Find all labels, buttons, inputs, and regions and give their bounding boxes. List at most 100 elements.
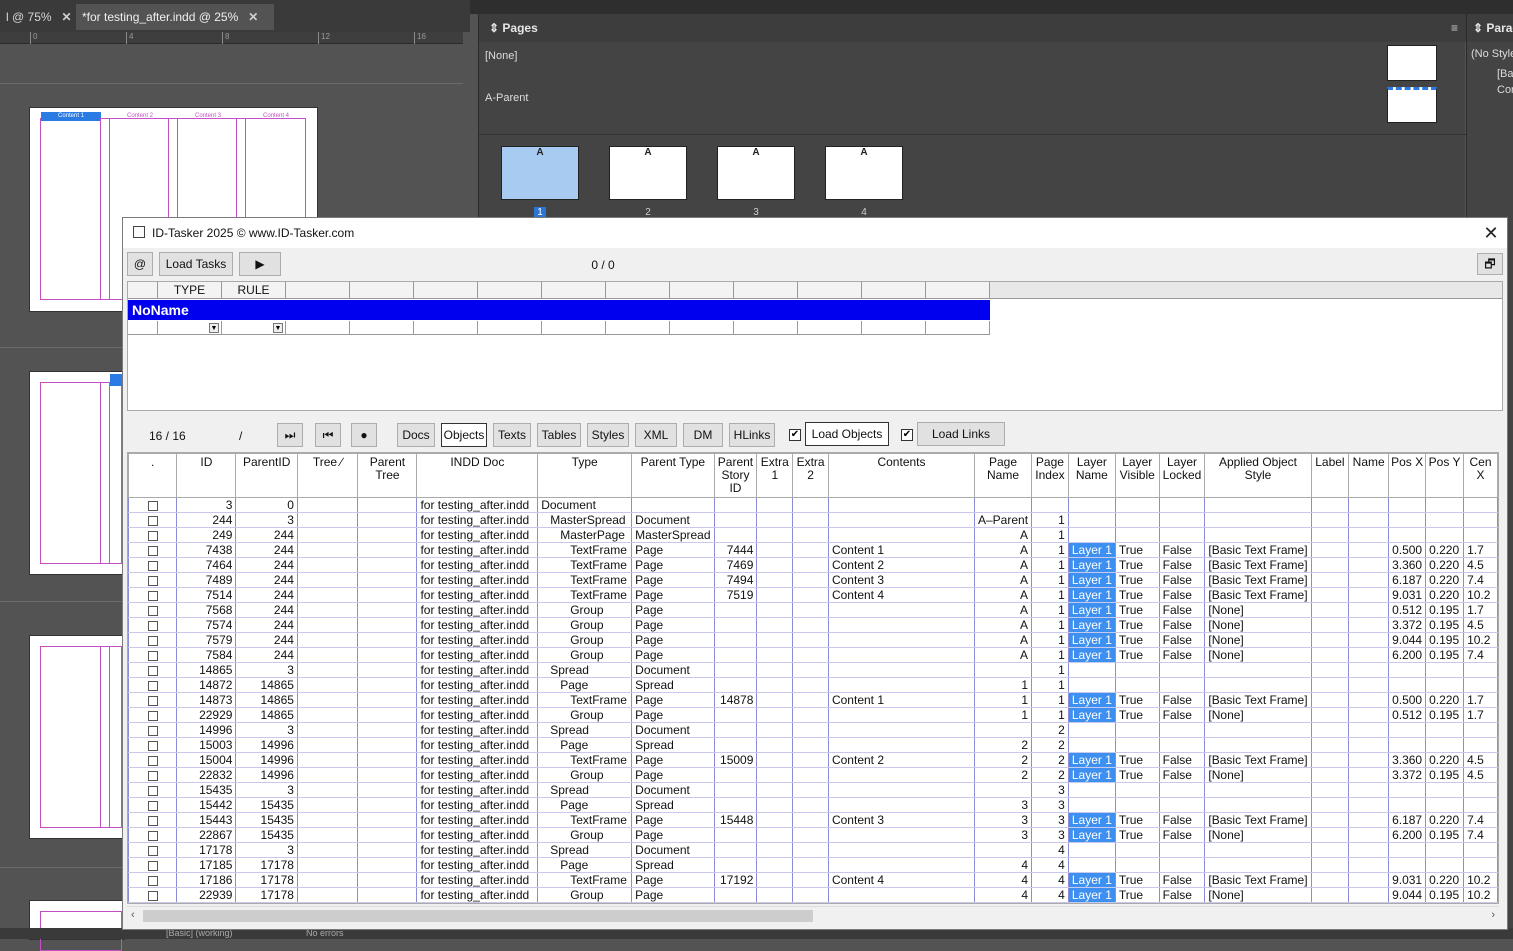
cell-ptree[interactable] (357, 842, 418, 858)
cell-lock[interactable]: False (1158, 887, 1206, 903)
cell-pname[interactable]: 3 (973, 812, 1033, 828)
cell-pidx[interactable]: 1 (1031, 677, 1069, 693)
cell-contents[interactable] (827, 497, 976, 513)
cell-tree[interactable] (296, 497, 359, 513)
rules-col-header[interactable] (478, 282, 542, 299)
cell-name[interactable] (1348, 857, 1390, 873)
scroll-left-icon[interactable]: ‹ (131, 909, 135, 921)
cell-label[interactable] (1310, 587, 1350, 603)
cell-pid[interactable]: 244 (235, 647, 298, 663)
cell-e2[interactable] (792, 572, 829, 588)
cell-tree[interactable] (296, 827, 359, 843)
cell-py[interactable]: 0.195 (1425, 617, 1465, 633)
cell-style[interactable] (1204, 842, 1312, 858)
cell-pid[interactable]: 3 (235, 662, 298, 678)
cell-ptype[interactable]: Page (631, 812, 715, 828)
cell-pidx[interactable]: 1 (1031, 632, 1069, 648)
cell-lock[interactable]: False (1158, 647, 1206, 663)
rules-cell[interactable] (542, 321, 606, 335)
horizontal-scrollbar[interactable]: ‹ › (127, 906, 1499, 924)
scrollbar-thumb[interactable] (143, 910, 813, 922)
cell-label[interactable] (1310, 557, 1350, 573)
cell-e2[interactable] (792, 587, 829, 603)
cell-layer[interactable] (1067, 857, 1116, 873)
checkbox-icon[interactable] (147, 650, 158, 661)
cell-cx[interactable]: 1.7 (1463, 707, 1498, 723)
cell-lock[interactable]: False (1158, 557, 1206, 573)
table-row[interactable]: 14873 14865 for testing_after.indd TextFram… (128, 692, 1498, 708)
cell-vis[interactable]: True (1114, 827, 1160, 843)
column-header[interactable]: Extra 1 (756, 453, 794, 498)
cell-pidx[interactable]: 1 (1031, 707, 1069, 723)
cell-e1[interactable] (756, 872, 794, 888)
cell-pid[interactable]: 3 (235, 782, 298, 798)
cell-e2[interactable] (792, 617, 829, 633)
cell-py[interactable]: 0.195 (1425, 827, 1465, 843)
cell-story[interactable]: 14878 (713, 692, 758, 708)
column-header[interactable]: Page Index (1031, 453, 1069, 498)
checkbox-icon[interactable] (147, 590, 158, 601)
cell-px[interactable]: 6.200 (1388, 647, 1427, 663)
cell-pname[interactable]: 2 (973, 737, 1033, 753)
cell-e2[interactable] (792, 707, 829, 723)
tab-texts[interactable]: Texts (493, 423, 531, 447)
cell-contents[interactable]: Content 1 (827, 542, 976, 558)
cell-ptype[interactable]: Page (631, 572, 715, 588)
cell-layer[interactable]: Layer 1 (1067, 602, 1116, 618)
cell-style[interactable]: [Basic Text Frame] (1204, 812, 1312, 828)
cell-cx[interactable] (1463, 737, 1498, 753)
cell-e1[interactable] (756, 572, 794, 588)
cell-story[interactable] (713, 767, 758, 783)
cell-vis[interactable] (1114, 497, 1160, 513)
cell-py[interactable]: 0.220 (1425, 812, 1465, 828)
cell-ptree[interactable] (357, 647, 418, 663)
row-checkbox[interactable] (128, 512, 178, 528)
cell-vis[interactable]: True (1114, 707, 1160, 723)
cell-doc[interactable]: for testing_after.indd (416, 662, 539, 678)
cell-pid[interactable]: 14865 (235, 692, 298, 708)
cell-style[interactable]: [Basic Text Frame] (1204, 557, 1312, 573)
cell-ptree[interactable] (357, 587, 418, 603)
cell-e2[interactable] (792, 782, 829, 798)
cell-layer[interactable] (1067, 737, 1116, 753)
cell-story[interactable] (713, 842, 758, 858)
cell-label[interactable] (1310, 782, 1350, 798)
page-thumbnail-2[interactable]: A (609, 146, 687, 200)
cell-pid[interactable]: 244 (235, 617, 298, 633)
row-checkbox[interactable] (128, 797, 178, 813)
cell-px[interactable] (1388, 797, 1427, 813)
rules-col-header[interactable] (286, 282, 350, 299)
cell-id[interactable]: 7464 (176, 557, 237, 573)
restore-window-icon[interactable]: 🗗 (1477, 253, 1503, 275)
close-tab-icon[interactable]: ✕ (62, 10, 72, 24)
cell-lock[interactable]: False (1158, 707, 1206, 723)
row-checkbox[interactable] (128, 737, 178, 753)
cell-lock[interactable]: False (1158, 752, 1206, 768)
cell-ptype[interactable]: Page (631, 707, 715, 723)
checkbox-icon[interactable] (147, 575, 158, 586)
cell-label[interactable] (1310, 572, 1350, 588)
cell-ptype[interactable]: MasterSpread (631, 527, 715, 543)
load-objects-button[interactable]: Load Objects (805, 422, 889, 446)
cell-label[interactable] (1310, 647, 1350, 663)
cell-pname[interactable] (973, 782, 1033, 798)
cell-pidx[interactable]: 1 (1031, 662, 1069, 678)
cell-type[interactable]: TextFrame (537, 587, 633, 603)
row-checkbox[interactable] (128, 677, 178, 693)
column-header[interactable]: ParentID (235, 453, 298, 498)
play-button[interactable]: ▶ (239, 252, 281, 276)
row-checkbox[interactable] (128, 722, 178, 738)
checkbox-icon[interactable] (147, 800, 158, 811)
cell-label[interactable] (1310, 602, 1350, 618)
cell-pname[interactable]: 4 (973, 857, 1033, 873)
cell-type[interactable]: Group (537, 887, 633, 903)
cell-type[interactable]: Group (537, 707, 633, 723)
column-header[interactable]: Parent Story ID (713, 453, 758, 498)
cell-ptree[interactable] (357, 512, 418, 528)
cell-label[interactable] (1310, 632, 1350, 648)
cell-doc[interactable]: for testing_after.indd (416, 887, 539, 903)
cell-pid[interactable]: 244 (235, 632, 298, 648)
cell-e1[interactable] (756, 602, 794, 618)
cell-pid[interactable]: 3 (235, 512, 298, 528)
cell-e1[interactable] (756, 497, 794, 513)
